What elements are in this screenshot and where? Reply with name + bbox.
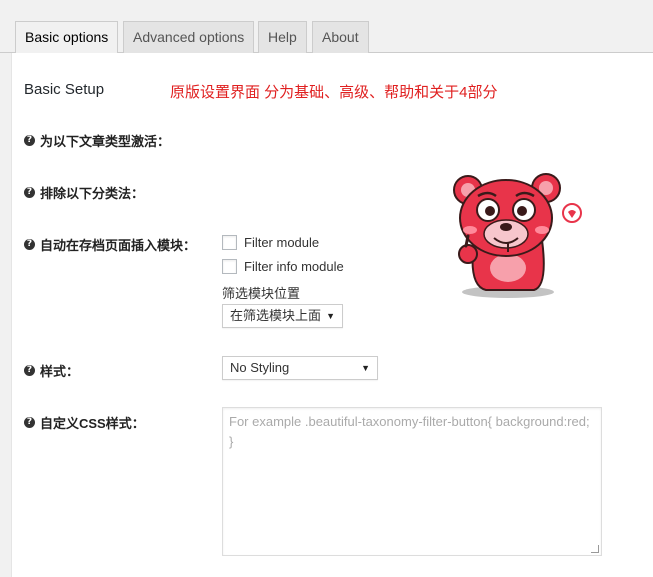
- style-field: ? 样式：: [24, 361, 79, 380]
- style-label: 样式：: [40, 364, 80, 379]
- custom-css-field: ? 自定义CSS样式：: [24, 413, 145, 432]
- position-select-value: 在筛选模块上面: [230, 308, 322, 323]
- auto-insert-label: 自动在存档页面插入模块：: [40, 238, 197, 253]
- caret-down-icon: ▼: [326, 311, 335, 321]
- caret-down-icon: ▼: [361, 363, 370, 373]
- auto-insert-field: ? 自动在存档页面插入模块：: [24, 235, 196, 254]
- filter-info-checkbox[interactable]: [222, 259, 237, 274]
- filter-module-label: Filter module: [244, 235, 320, 250]
- annotation-note: 原版设置界面 分为基础、高级、帮助和关于4部分: [170, 84, 498, 101]
- red-bear-mascot: [453, 173, 582, 298]
- filter-info-label: Filter info module: [244, 259, 344, 274]
- question-circle-icon[interactable]: ?: [24, 239, 35, 250]
- question-circle-icon[interactable]: ?: [24, 135, 35, 146]
- question-circle-icon[interactable]: ?: [24, 365, 35, 376]
- filter-module-option: Filter module: [222, 235, 319, 250]
- resize-handle-icon[interactable]: [591, 545, 599, 553]
- style-select[interactable]: No Styling ▼: [222, 356, 378, 380]
- custom-css-placeholder: For example .beautiful-taxonomy-filter-b…: [229, 414, 590, 449]
- style-select-value: No Styling: [230, 360, 290, 375]
- custom-css-textarea[interactable]: For example .beautiful-taxonomy-filter-b…: [222, 407, 602, 556]
- tab-bar: Basic options Advanced options Help Abou…: [0, 0, 653, 54]
- custom-css-label: 自定义CSS样式：: [40, 416, 145, 431]
- tab-advanced-options[interactable]: Advanced options: [123, 21, 255, 53]
- section-title: Basic Setup: [24, 81, 105, 98]
- tab-help[interactable]: Help: [258, 21, 307, 53]
- filter-info-option: Filter info module: [222, 259, 344, 274]
- question-circle-icon[interactable]: ?: [24, 187, 35, 198]
- position-select[interactable]: 在筛选模块上面 ▼: [222, 304, 343, 328]
- post-types-field: ? 为以下文章类型激活：: [24, 131, 170, 150]
- tab-basic-options[interactable]: Basic options: [15, 21, 119, 54]
- tab-about[interactable]: About: [312, 21, 369, 53]
- exclude-field: ? 排除以下分类法：: [24, 183, 144, 202]
- post-types-label: 为以下文章类型激活：: [40, 134, 171, 149]
- filter-module-checkbox[interactable]: [222, 235, 237, 250]
- position-label: 筛选模块位置: [222, 286, 301, 301]
- question-circle-icon[interactable]: ?: [24, 417, 35, 428]
- exclude-taxonomies-label: 排除以下分类法：: [40, 186, 145, 201]
